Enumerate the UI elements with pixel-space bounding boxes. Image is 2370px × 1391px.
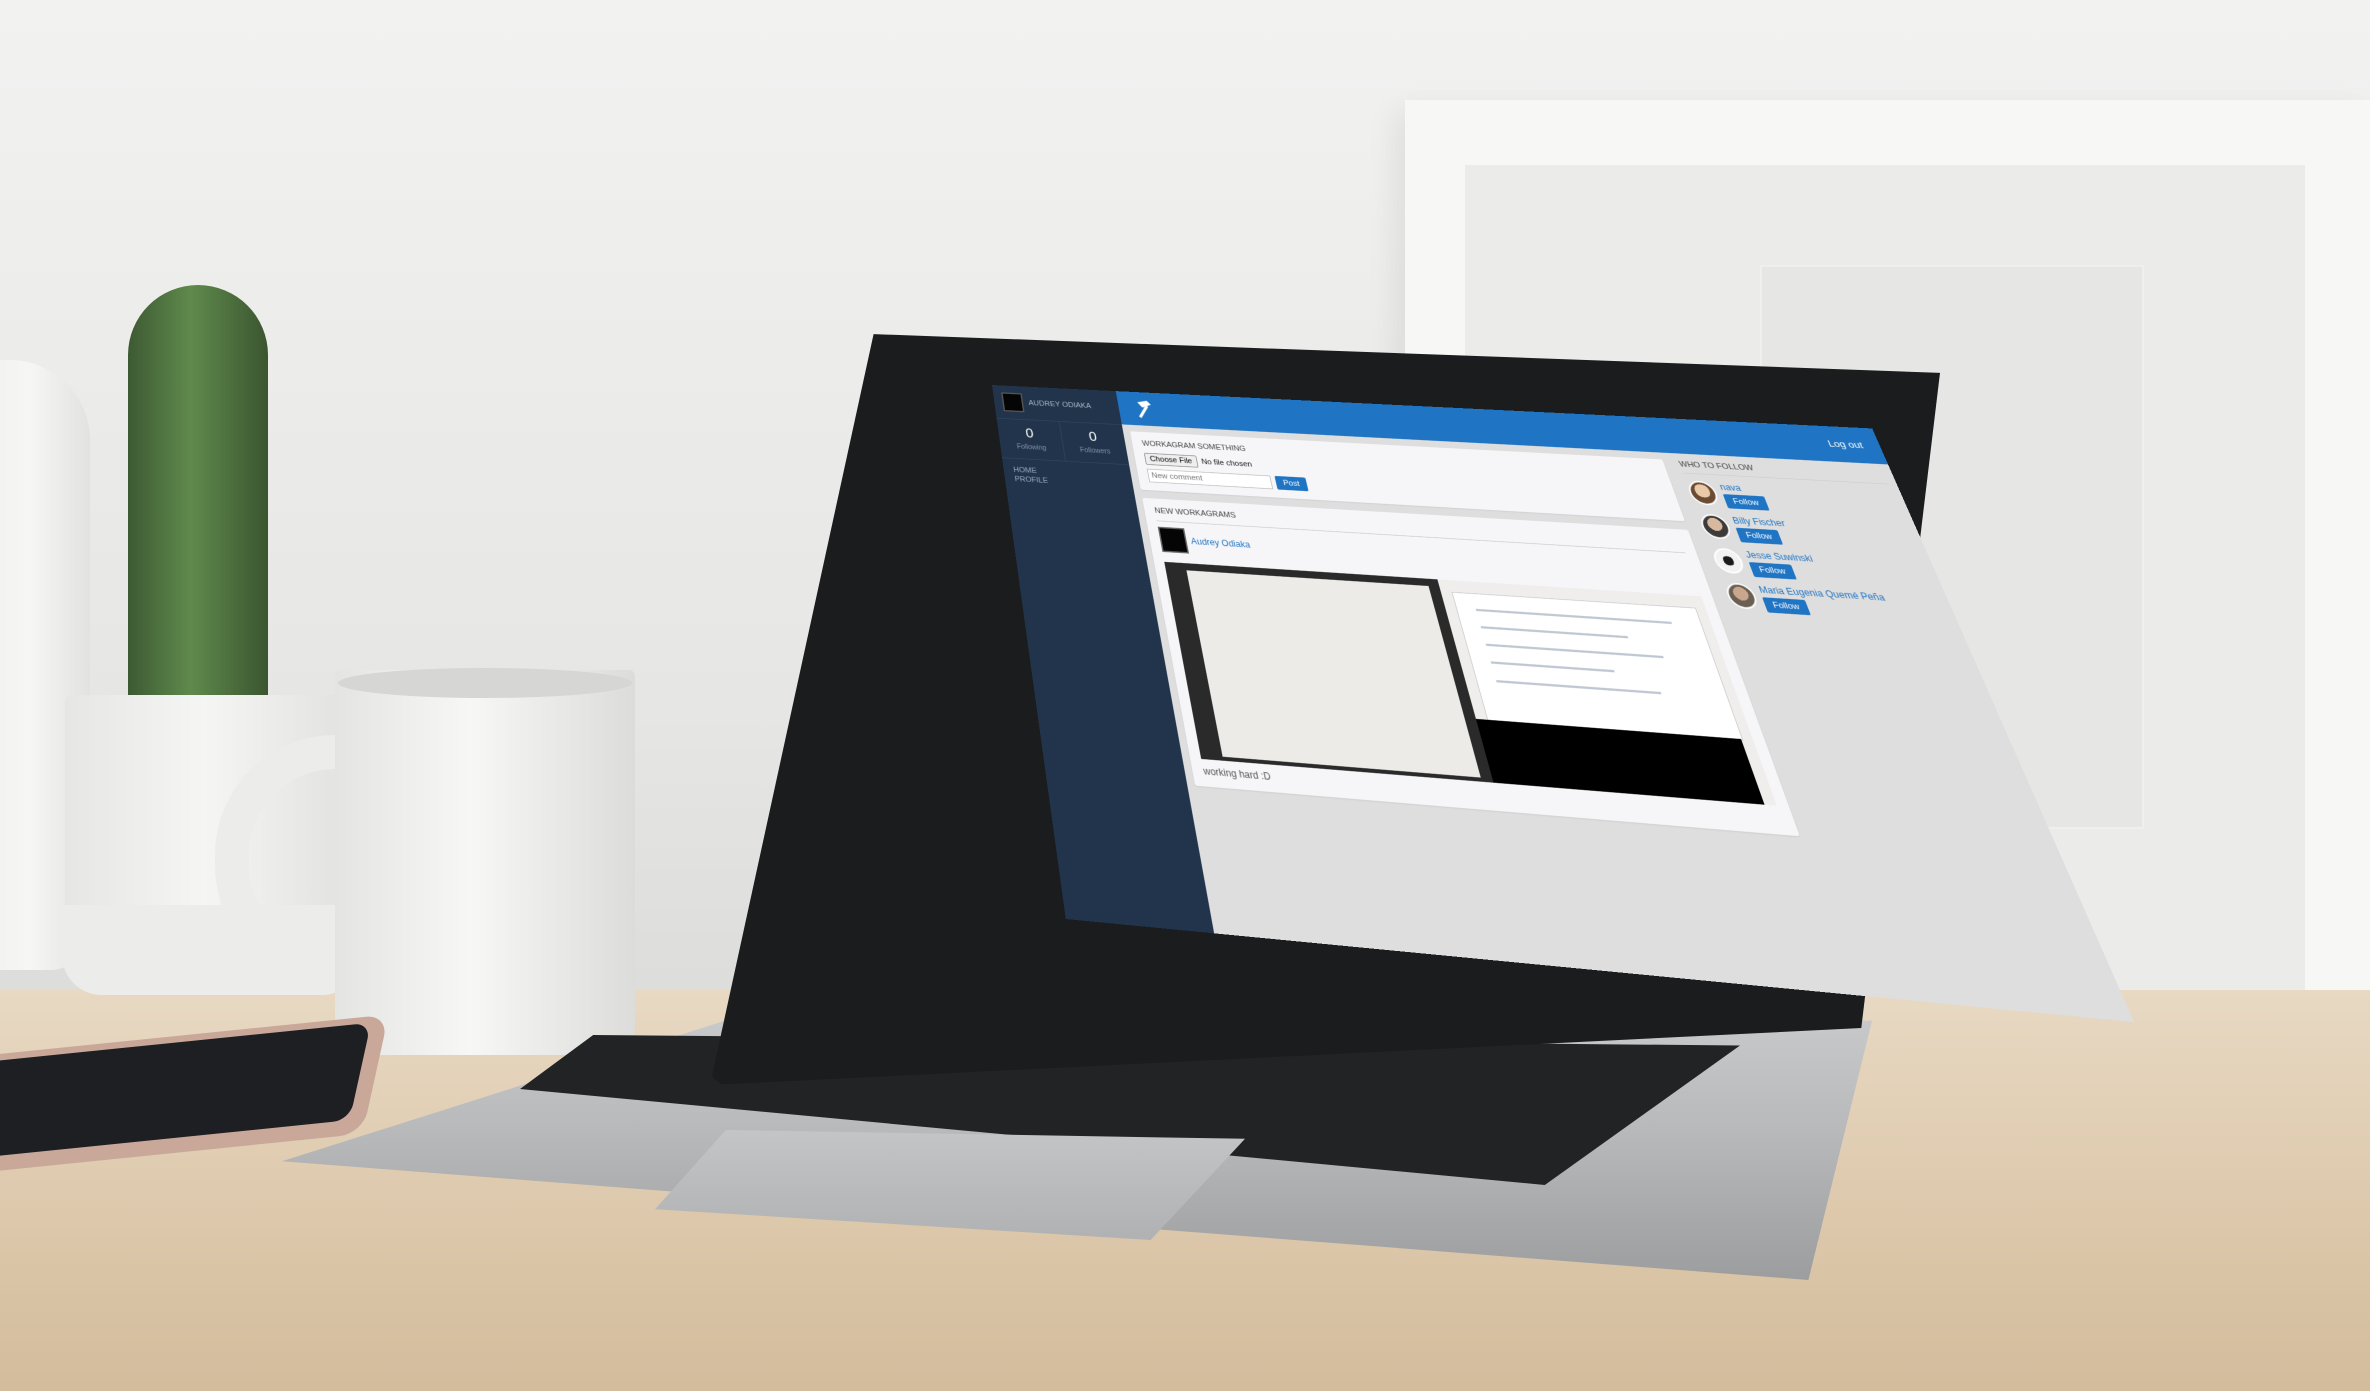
screenshot-text-line — [1496, 680, 1661, 694]
avatar — [1001, 392, 1024, 412]
user-name: AUDREY ODIAKA — [1028, 399, 1092, 410]
follow-suggestion: Maria Eugenia Quemé Peña Follow — [1723, 582, 1950, 624]
feed-card: NEW WORKAGRAMS Audrey Odiaka working har… — [1142, 498, 1800, 836]
following-label: Following — [1000, 442, 1064, 453]
follow-suggestion: Jesse Suwinski Follow — [1710, 548, 1934, 589]
avatar[interactable] — [1698, 514, 1734, 540]
screenshot-text-line — [1486, 644, 1664, 659]
follow-button[interactable]: Follow — [1723, 494, 1770, 511]
following-stat[interactable]: 0 Following — [997, 418, 1066, 460]
suggested-user-name[interactable]: nava — [1718, 482, 1763, 494]
logout-link[interactable]: Log out — [1826, 438, 1865, 450]
avatar[interactable] — [1710, 548, 1747, 575]
follow-suggestion: nava Follow — [1685, 480, 1904, 518]
avatar[interactable] — [1685, 480, 1721, 505]
mug-rim — [338, 668, 632, 698]
cactus — [128, 285, 268, 715]
follow-button[interactable]: Follow — [1736, 528, 1783, 545]
post-author-link[interactable]: Audrey Odiaka — [1190, 536, 1251, 550]
coffee-mug — [335, 670, 635, 1055]
file-status: No file chosen — [1201, 458, 1253, 469]
hammer-icon[interactable] — [1131, 398, 1159, 421]
choose-file-button[interactable]: Choose File — [1144, 453, 1199, 468]
post-button[interactable]: Post — [1274, 476, 1308, 491]
followers-count: 0 — [1060, 428, 1126, 446]
sidebar-nav: HOME PROFILE — [1002, 458, 1135, 497]
follow-button[interactable]: Follow — [1762, 597, 1811, 615]
screenshot-browser-pane — [1451, 592, 1743, 741]
screenshot-text-line — [1476, 608, 1672, 623]
follow-suggestion: Billy Fischer Follow — [1698, 514, 1919, 553]
screenshot-text-line — [1481, 626, 1628, 638]
screenshot-text-line — [1491, 662, 1615, 673]
followers-label: Followers — [1063, 446, 1128, 457]
followers-stat[interactable]: 0 Followers — [1059, 422, 1129, 465]
follow-stats: 0 Following 0 Followers — [997, 418, 1130, 465]
avatar[interactable] — [1723, 582, 1760, 609]
suggested-user-name[interactable]: Billy Fischer — [1731, 515, 1787, 528]
post-avatar[interactable] — [1158, 527, 1189, 554]
comment-input[interactable] — [1147, 469, 1273, 490]
follow-button[interactable]: Follow — [1749, 562, 1797, 580]
following-count: 0 — [998, 425, 1062, 443]
